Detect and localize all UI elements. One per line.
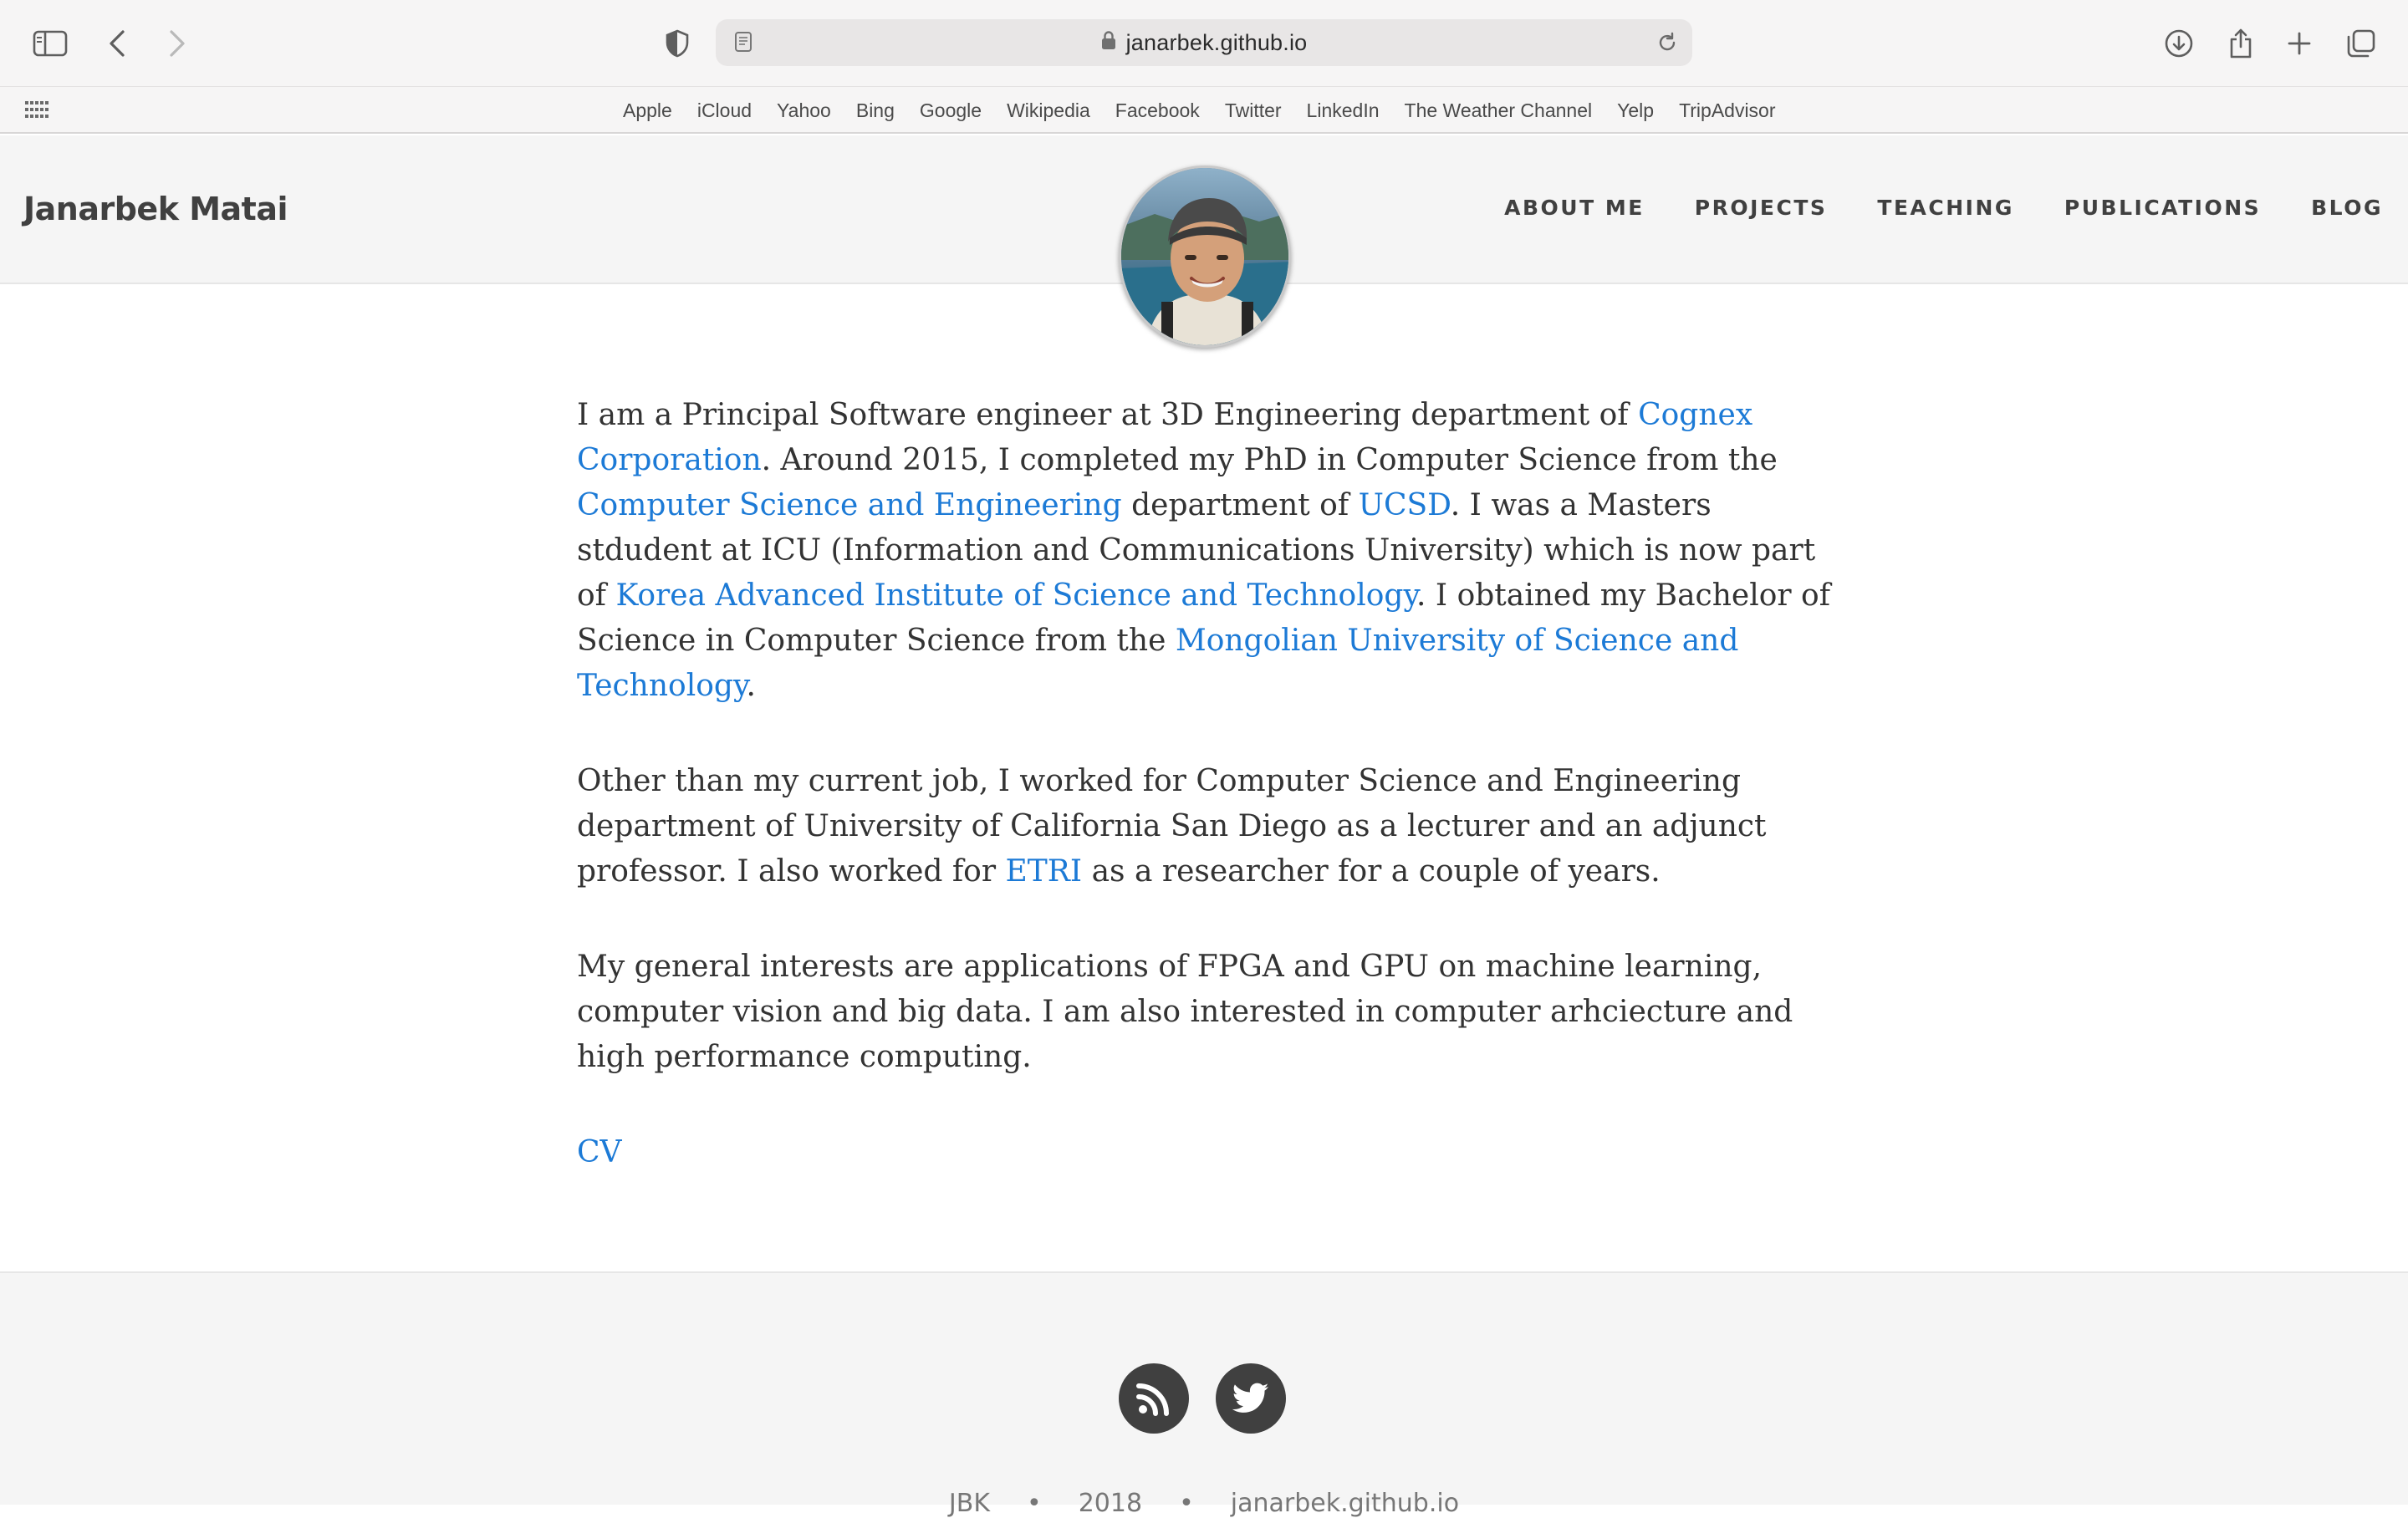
address-bar[interactable]: janarbek.github.io [716, 19, 1692, 66]
favorite-icloud[interactable]: iCloud [685, 99, 764, 122]
favorite-linkedin[interactable]: LinkedIn [1294, 99, 1392, 122]
nav-publications[interactable]: PUBLICATIONS [2064, 196, 2261, 220]
cv-paragraph: CV [577, 1130, 1839, 1175]
cv-link[interactable]: CV [577, 1135, 622, 1169]
favorite-apple[interactable]: Apple [610, 99, 685, 122]
site-nav: ABOUT ME PROJECTS TEACHING PUBLICATIONS … [1454, 196, 2383, 220]
copyright-line: JBK • 2018 • janarbek.github.io [0, 1489, 2408, 1518]
reload-icon[interactable] [1656, 31, 1679, 59]
downloads-icon[interactable] [2155, 20, 2202, 67]
copyright-year: 2018 [1078, 1489, 1143, 1518]
nav-teaching[interactable]: TEACHING [1877, 196, 2014, 220]
favorite-weather-channel[interactable]: The Weather Channel [1392, 99, 1605, 122]
favorite-google[interactable]: Google [907, 99, 994, 122]
share-icon[interactable] [2217, 20, 2264, 67]
intro-text-3: department of [1121, 488, 1359, 522]
nav-projects[interactable]: PROJECTS [1695, 196, 1828, 220]
intro-text-1: I am a Principal Software engineer at 3D… [577, 398, 1639, 432]
new-tab-icon[interactable] [2276, 20, 2323, 67]
rss-icon[interactable] [1119, 1363, 1189, 1434]
back-icon[interactable] [94, 20, 140, 67]
experience-text-2: as a researcher for a couple of years. [1082, 854, 1661, 889]
copyright-site: janarbek.github.io [1230, 1489, 1460, 1518]
avatar[interactable] [1119, 166, 1291, 348]
privacy-report-icon[interactable] [654, 20, 701, 67]
sidebar-toggle-icon[interactable] [27, 20, 74, 67]
site-brand[interactable]: Janarbek Matai [23, 191, 288, 227]
tab-overview-icon[interactable] [2338, 20, 2385, 67]
browser-toolbar: janarbek.github.io [0, 0, 2408, 87]
favorite-tripadvisor[interactable]: TripAdvisor [1666, 99, 1788, 122]
favorites-list: Apple iCloud Yahoo Bing Google Wikipedia… [610, 87, 1788, 134]
favorite-twitter[interactable]: Twitter [1212, 99, 1294, 122]
cse-department-link[interactable]: Computer Science and Engineering [577, 488, 1122, 522]
copyright-separator: • [1179, 1489, 1194, 1518]
intro-text-6: . [746, 669, 756, 703]
copyright-author: JBK [948, 1489, 991, 1518]
etri-link[interactable]: ETRI [1006, 854, 1083, 889]
favorite-wikipedia[interactable]: Wikipedia [994, 99, 1103, 122]
favorite-facebook[interactable]: Facebook [1103, 99, 1212, 122]
copyright-separator: • [1027, 1489, 1042, 1518]
grid-icon[interactable] [25, 101, 48, 124]
nav-blog[interactable]: BLOG [2311, 196, 2383, 220]
intro-text-2: . Around 2015, I completed my PhD in Com… [761, 443, 1778, 477]
intro-paragraph: I am a Principal Software engineer at 3D… [577, 393, 1839, 709]
ucsd-link[interactable]: UCSD [1359, 488, 1451, 522]
reader-icon[interactable] [734, 31, 752, 57]
nav-about-me[interactable]: ABOUT ME [1504, 196, 1645, 220]
favorite-yahoo[interactable]: Yahoo [764, 99, 844, 122]
favorite-yelp[interactable]: Yelp [1604, 99, 1666, 122]
url-text[interactable]: janarbek.github.io [1126, 30, 1308, 56]
kaist-link[interactable]: Korea Advanced Institute of Science and … [615, 578, 1416, 613]
lock-icon [1101, 30, 1116, 56]
favorite-bing[interactable]: Bing [844, 99, 907, 122]
site-footer: JBK • 2018 • janarbek.github.io [0, 1271, 2408, 1518]
forward-icon[interactable] [154, 20, 201, 67]
interests-paragraph: My general interests are applications of… [577, 950, 1793, 1074]
twitter-icon[interactable] [1216, 1363, 1286, 1434]
experience-paragraph: Other than my current job, I worked for … [577, 759, 1839, 894]
about-content: I am a Principal Software engineer at 3D… [577, 393, 1839, 1225]
favorites-bar: Apple iCloud Yahoo Bing Google Wikipedia… [0, 87, 2408, 134]
